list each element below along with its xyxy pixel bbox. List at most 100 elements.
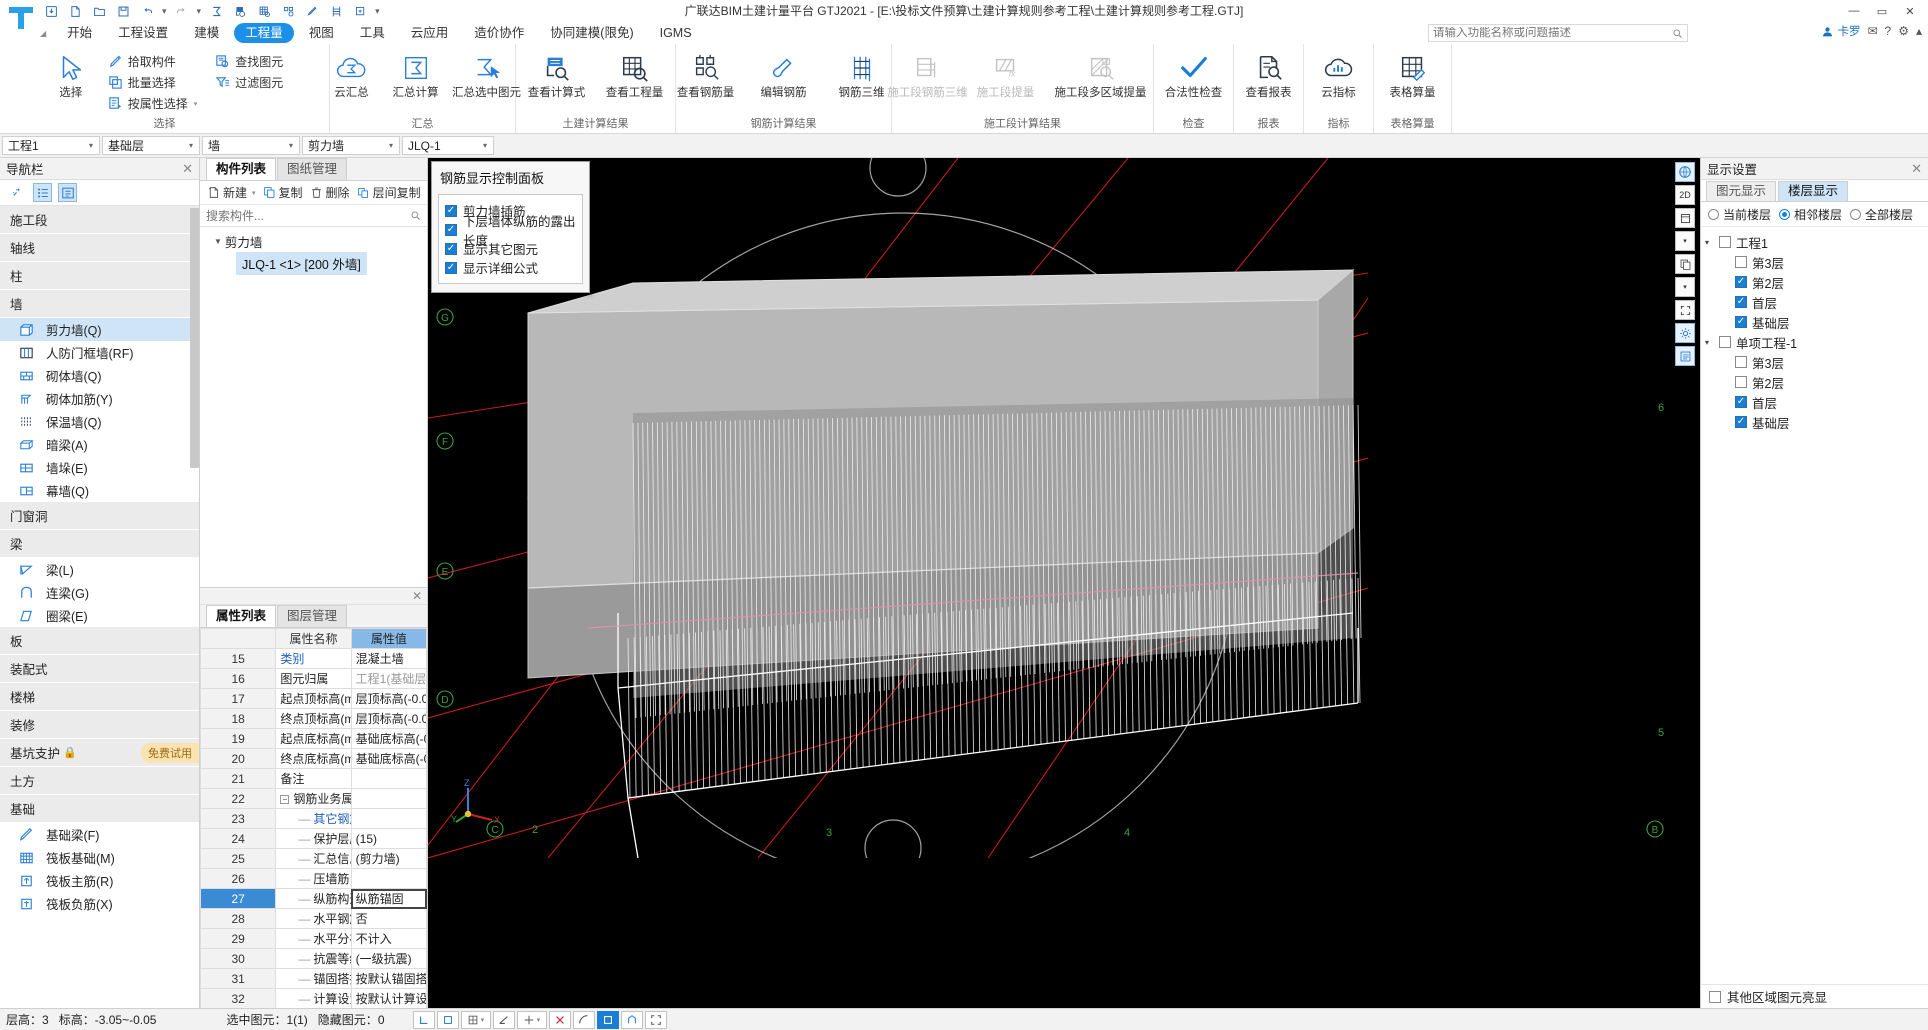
table-row[interactable]: 17起点顶标高(m)层顶标高(-0.05) [200, 688, 427, 709]
close-button[interactable]: ✕ [1896, 1, 1924, 21]
type-selector[interactable]: 剪力墙 ▾ [302, 136, 400, 155]
project-selector[interactable]: 工程1 ▾ [2, 136, 100, 155]
table-icon[interactable] [253, 1, 275, 21]
floor-tree-row[interactable]: 首层 [1705, 292, 1928, 312]
nav-category-jichu[interactable]: 基础 [0, 795, 199, 823]
validity-check-button[interactable]: 合法性检查 [1156, 47, 1232, 100]
property-value[interactable]: 按默认计算设置计算 [350, 988, 427, 1008]
chevron-down-icon[interactable]: ▾ [1705, 338, 1714, 347]
radio-icon[interactable] [1708, 208, 1719, 220]
view-report-button[interactable]: 查看报表 [1238, 47, 1300, 100]
nav-category-shigongduan[interactable]: 施工段 [0, 206, 199, 234]
window-controls[interactable]: — ▭ ✕ [1840, 0, 1928, 22]
view-copy-icon[interactable] [1675, 254, 1695, 274]
global-search[interactable] [1428, 24, 1688, 42]
floor-copy-button[interactable]: 层间复制 [354, 182, 424, 203]
property-value[interactable]: 不计入 [350, 928, 427, 949]
snap-icon[interactable] [436, 1010, 459, 1029]
table-row[interactable]: 16 图元归属 工程1(基础层) [200, 668, 427, 689]
rebar-display-control-panel[interactable]: 钢筋显示控制面板 剪力墙插筋 下层墙体纵筋的露出长度 显示其它图元 [431, 161, 590, 293]
grid-icon[interactable]: ▾ [460, 1010, 491, 1029]
tab-igms[interactable]: IGMS [649, 23, 703, 43]
account-button[interactable]: 卡罗 [1821, 23, 1860, 39]
checkbox-icon[interactable] [1719, 336, 1731, 348]
nav-category-tufang[interactable]: 土方 [0, 767, 199, 795]
view-quantity-button[interactable]: 查看工程量 [597, 47, 673, 100]
undo-caret-icon[interactable]: ▾ [160, 6, 169, 17]
checkbox-icon[interactable] [1709, 990, 1721, 1003]
undo-icon[interactable] [136, 1, 158, 21]
property-value[interactable]: 层顶标高(-0.05) [350, 708, 427, 729]
settings-icon[interactable]: ⚙ [1898, 24, 1909, 38]
property-value[interactable] [350, 788, 427, 809]
checkbox-icon[interactable] [445, 223, 457, 236]
checkbox-icon[interactable] [445, 242, 457, 255]
rebar-option-lower-wall-exposure[interactable]: 下层墙体纵筋的露出长度 [445, 215, 576, 248]
saveas-icon[interactable] [112, 1, 134, 21]
new-component-button[interactable]: 新建 ▾ [204, 182, 259, 203]
floor-tree-row[interactable]: 第3层 [1705, 252, 1928, 272]
save-icon[interactable] [40, 1, 62, 21]
checkbox-icon[interactable] [1719, 236, 1731, 248]
table-row[interactable]: 32—计算设置按默认计算设置计算 [200, 988, 427, 1008]
delete-component-button[interactable]: 删除 [307, 182, 353, 203]
tab-shitu[interactable]: 视图 [298, 23, 345, 43]
nav-item-ring-beam[interactable]: 圈梁(E) [0, 604, 199, 627]
table-row[interactable]: 25—汇总信息(剪力墙) [200, 848, 427, 869]
nav-category-ban[interactable]: 板 [0, 627, 199, 655]
arc-icon[interactable] [572, 1010, 595, 1029]
member-selector[interactable]: JLQ-1 ▾ [402, 136, 494, 155]
checkbox-icon[interactable] [1735, 256, 1747, 268]
filter-element-button[interactable]: 过滤图元 [211, 72, 289, 93]
nav-item-masonry-wall[interactable]: 砌体墙(Q) [0, 364, 199, 387]
model-viewport-3d[interactable]: G F E D C 2 3 4 6 5 B Z X Y 钢筋显示控制面板 ✓ 剪… [428, 158, 1700, 1008]
chevron-down-icon[interactable]: ▾ [252, 189, 256, 197]
property-value[interactable]: (15) [350, 828, 427, 849]
chevron-down-icon[interactable]: ▾ [194, 100, 198, 108]
redo-icon[interactable] [171, 1, 193, 21]
tab-component-list[interactable]: 构件列表 [206, 158, 277, 180]
floor-tree-row[interactable]: 首层 [1705, 392, 1928, 412]
tab-zaojiaxiezuo[interactable]: 造价协作 [463, 23, 535, 43]
nav-list-icon[interactable] [33, 183, 52, 202]
property-value[interactable]: (一级抗震) [350, 948, 427, 969]
checkbox-icon[interactable] [1735, 276, 1747, 288]
tab-property-list[interactable]: 属性列表 [206, 605, 277, 627]
table-row[interactable]: 20终点底标高(m)基础底标高(-0.85) [200, 748, 427, 769]
cloud-index-button[interactable]: 云指标 [1308, 47, 1370, 100]
table-row[interactable]: 30—抗震等级(一级抗震) [200, 948, 427, 969]
table-row[interactable]: 22−钢筋业务属性 [200, 788, 427, 809]
edit-rebar-button[interactable]: 编辑钢筋 [746, 47, 822, 100]
message-icon[interactable]: ✉ [1867, 24, 1877, 38]
view-dropdown-icon[interactable]: ▾ [1675, 231, 1695, 251]
tab-yunyingyong[interactable]: 云应用 [400, 23, 460, 43]
radio-current-floor[interactable]: 当前楼层 [1708, 206, 1771, 223]
point-icon[interactable]: ▾ [516, 1010, 547, 1029]
nav-category-zhu[interactable]: 柱 [0, 262, 199, 290]
section-multi-region-button[interactable]: 施工段多区域提量 [1046, 47, 1156, 100]
ortho-icon[interactable] [412, 1010, 435, 1029]
view-dropdown2-icon[interactable]: ▾ [1675, 277, 1695, 297]
chevron-down-icon[interactable]: ▼ [214, 237, 222, 246]
tab-kaishi[interactable]: 开始 [56, 23, 103, 43]
other-region-highlight-row[interactable]: 其他区域图元亮显 [1701, 984, 1928, 1008]
tab-floor-display[interactable]: 楼层显示 [1778, 181, 1849, 201]
maximize-button[interactable]: ▭ [1868, 1, 1896, 21]
tab-xietongjianmo[interactable]: 协同建模(限免) [539, 23, 644, 43]
nav-category-liang[interactable]: 梁 [0, 530, 199, 558]
nav-item-curtain-wall[interactable]: 幕墙(Q) [0, 479, 199, 502]
property-value[interactable]: 纵筋锚固 [350, 888, 427, 909]
view-cube-icon[interactable] [1675, 162, 1695, 182]
nav-item-beam[interactable]: 梁(L) [0, 558, 199, 581]
property-value[interactable]: (剪力墙) [350, 848, 427, 869]
view-formula-button[interactable]: 查看计算式 [519, 47, 595, 100]
rebar3d-icon[interactable] [325, 1, 347, 21]
nav-item-insulation-wall[interactable]: 保温墙(Q) [0, 410, 199, 433]
tab-gongju[interactable]: 工具 [349, 23, 396, 43]
property-value[interactable]: 工程1(基础层) [350, 668, 427, 689]
check-quantity-icon[interactable] [229, 1, 251, 21]
nav-category-qiang[interactable]: 墙 [0, 290, 199, 318]
checkbox-icon[interactable] [1735, 376, 1747, 388]
tab-gongchengshezhi[interactable]: 工程设置 [107, 23, 179, 43]
close-icon[interactable]: ✕ [182, 161, 193, 177]
